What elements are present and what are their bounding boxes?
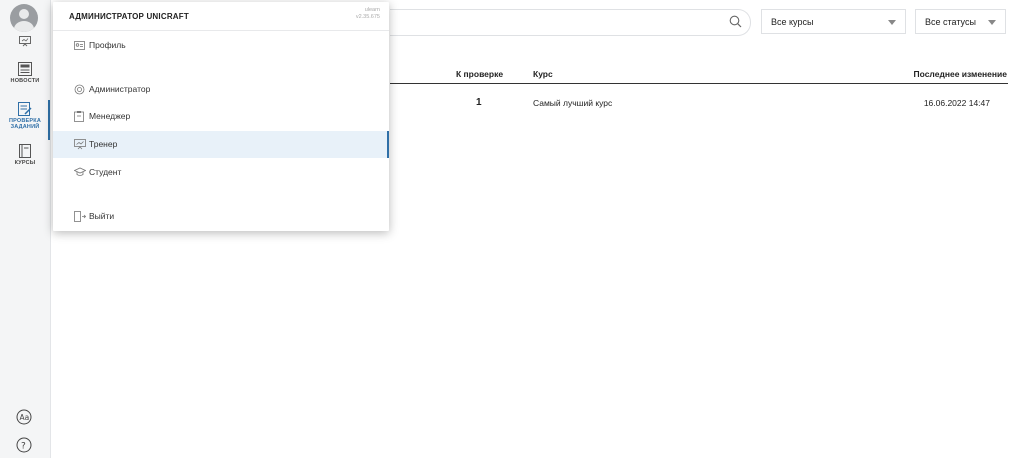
to-review-count: 1	[476, 97, 482, 108]
menu-title: АДМИНИСТРАТОР UNICRAFT	[69, 12, 189, 21]
profile-icon	[74, 41, 85, 50]
menu-item-trainer[interactable]: Тренер	[53, 131, 389, 158]
search-input[interactable]	[390, 9, 751, 36]
avatar[interactable]	[10, 4, 38, 32]
svg-text:Aa: Aa	[20, 413, 30, 422]
graduation-cap-icon	[74, 167, 86, 176]
app-name: ulearn	[364, 7, 380, 13]
gear-icon	[74, 84, 85, 95]
app-version: ulearn v2.35.675	[356, 7, 380, 21]
menu-item-administrator[interactable]: Администратор	[53, 76, 389, 103]
chevron-down-icon	[988, 20, 996, 25]
column-header-course[interactable]: Курс	[533, 69, 553, 79]
menu-item-label: Профиль	[89, 40, 126, 50]
menu-item-label: Администратор	[89, 84, 151, 94]
left-rail: НОВОСТИ ПРОВЕРКА ЗАДАНИЙ КУРСЫ Aa ?	[0, 0, 51, 458]
version-number: v2.35.675	[355, 14, 380, 20]
menu-item-label: Студент	[89, 167, 122, 177]
logout-icon	[74, 211, 86, 222]
course-select-value: Все курсы	[771, 17, 814, 27]
trainer-mode-icon[interactable]	[0, 36, 50, 47]
column-header-to-review[interactable]: К проверке	[456, 69, 503, 79]
menu-item-manager[interactable]: Менеджер	[53, 103, 389, 130]
account-menu: АДМИНИСТРАТОР UNICRAFT ulearn v2.35.675 …	[53, 2, 389, 231]
presentation-icon	[74, 139, 86, 150]
course-select[interactable]: Все курсы	[761, 9, 906, 34]
menu-item-student[interactable]: Студент	[53, 159, 389, 186]
menu-item-label: Менеджер	[89, 111, 131, 121]
menu-item-label: Тренер	[89, 139, 118, 149]
sidebar-item-label: КУРСЫ	[14, 160, 36, 166]
course-name: Самый лучший курс	[533, 98, 613, 108]
help-icon[interactable]: ?	[16, 437, 32, 458]
column-header-last-changed[interactable]: Последнее изменение	[914, 69, 1007, 79]
review-tasks-icon	[18, 102, 32, 116]
status-select-value: Все статусы	[925, 17, 976, 27]
sidebar-item-label: ПРОВЕРКА ЗАДАНИЙ	[8, 118, 42, 130]
sidebar-item-news[interactable]: НОВОСТИ	[0, 62, 50, 84]
chevron-down-icon	[888, 20, 896, 25]
table-header-divider	[390, 83, 1008, 84]
news-icon	[18, 62, 32, 76]
clipboard-icon	[74, 111, 84, 122]
menu-item-profile[interactable]: Профиль	[53, 32, 389, 59]
sidebar-item-review[interactable]: ПРОВЕРКА ЗАДАНИЙ	[0, 100, 50, 140]
menu-header: АДМИНИСТРАТОР UNICRAFT ulearn v2.35.675	[53, 2, 389, 31]
svg-text:?: ?	[21, 442, 26, 452]
status-select[interactable]: Все статусы	[915, 9, 1006, 34]
search-icon[interactable]	[729, 15, 742, 28]
sidebar-item-label: НОВОСТИ	[10, 78, 40, 84]
courses-icon	[19, 144, 31, 158]
last-changed-date: 16.06.2022 14:47	[923, 98, 990, 108]
menu-item-logout[interactable]: Выйти	[53, 203, 389, 230]
font-size-icon[interactable]: Aa	[16, 409, 32, 430]
sidebar-item-courses[interactable]: КУРСЫ	[0, 144, 50, 166]
menu-item-label: Выйти	[89, 211, 115, 221]
